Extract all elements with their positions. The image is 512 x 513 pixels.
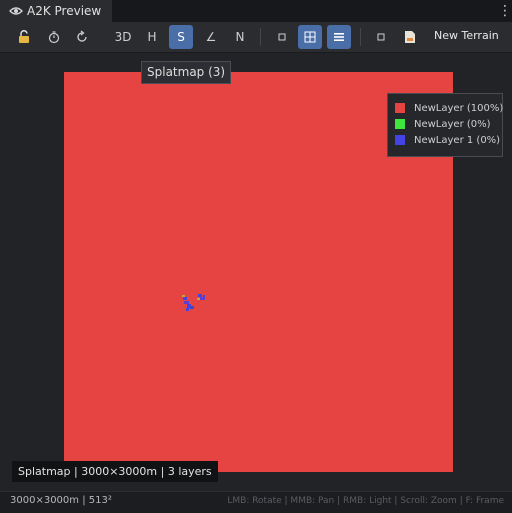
mode-s-button[interactable]: S: [169, 25, 193, 49]
legend-label: NewLayer 1 (0%): [414, 134, 501, 146]
mode-3d-label: 3D: [114, 30, 132, 44]
status-bar: 3000×3000m | 513² LMB: Rotate | MMB: Pan…: [0, 491, 512, 513]
mode-3d-button[interactable]: 3D: [111, 25, 135, 49]
legend-label: NewLayer (0%): [414, 118, 491, 130]
status-dimensions: 3000×3000m | 513²: [10, 495, 112, 506]
square-icon[interactable]: [270, 25, 294, 49]
legend-swatch: [395, 119, 405, 129]
mode-angle-button[interactable]: ∠: [199, 25, 223, 49]
mode-n-label: N: [235, 30, 245, 44]
title-bar: A2K Preview ⋮: [0, 0, 512, 22]
legend-label: NewLayer (100%): [414, 102, 504, 114]
eye-icon: [9, 4, 23, 18]
splat-detail: [182, 294, 205, 311]
toolbar: 3D H S ∠ N New Terrain: [0, 22, 512, 53]
legend-item: NewLayer (0%): [395, 117, 491, 131]
unlock-icon[interactable]: [12, 25, 36, 49]
toolbar-divider: [360, 28, 361, 46]
toolbar-divider: [260, 28, 261, 46]
tab-title: A2K Preview: [27, 4, 102, 18]
kebab-menu-icon[interactable]: ⋮: [498, 2, 512, 20]
status-controls-hint: LMB: Rotate | MMB: Pan | RMB: Light | Sc…: [227, 496, 504, 506]
splatmap-tooltip: Splatmap (3): [141, 61, 232, 84]
grid-icon[interactable]: [298, 25, 322, 49]
mode-h-button[interactable]: H: [140, 25, 164, 49]
layers-list-icon[interactable]: [327, 25, 351, 49]
stopwatch-icon[interactable]: [42, 25, 66, 49]
mode-s-label: S: [177, 30, 185, 44]
legend-item: NewLayer 1 (0%): [395, 133, 500, 147]
legend-item: NewLayer (100%): [395, 101, 503, 115]
terrain-name[interactable]: New Terrain: [434, 29, 499, 42]
square-icon[interactable]: [369, 25, 393, 49]
legend-swatch: [395, 135, 405, 145]
refresh-icon[interactable]: [70, 25, 94, 49]
layer-legend: NewLayer (100%) NewLayer (0%) NewLayer 1…: [387, 93, 503, 157]
mode-h-label: H: [147, 30, 157, 44]
mode-n-button[interactable]: N: [228, 25, 252, 49]
preview-tab[interactable]: A2K Preview: [0, 0, 112, 22]
document-icon[interactable]: [398, 25, 422, 49]
legend-swatch: [395, 103, 405, 113]
viewport-info-label: Splatmap | 3000×3000m | 3 layers: [12, 461, 218, 482]
mode-angle-label: ∠: [205, 30, 217, 44]
